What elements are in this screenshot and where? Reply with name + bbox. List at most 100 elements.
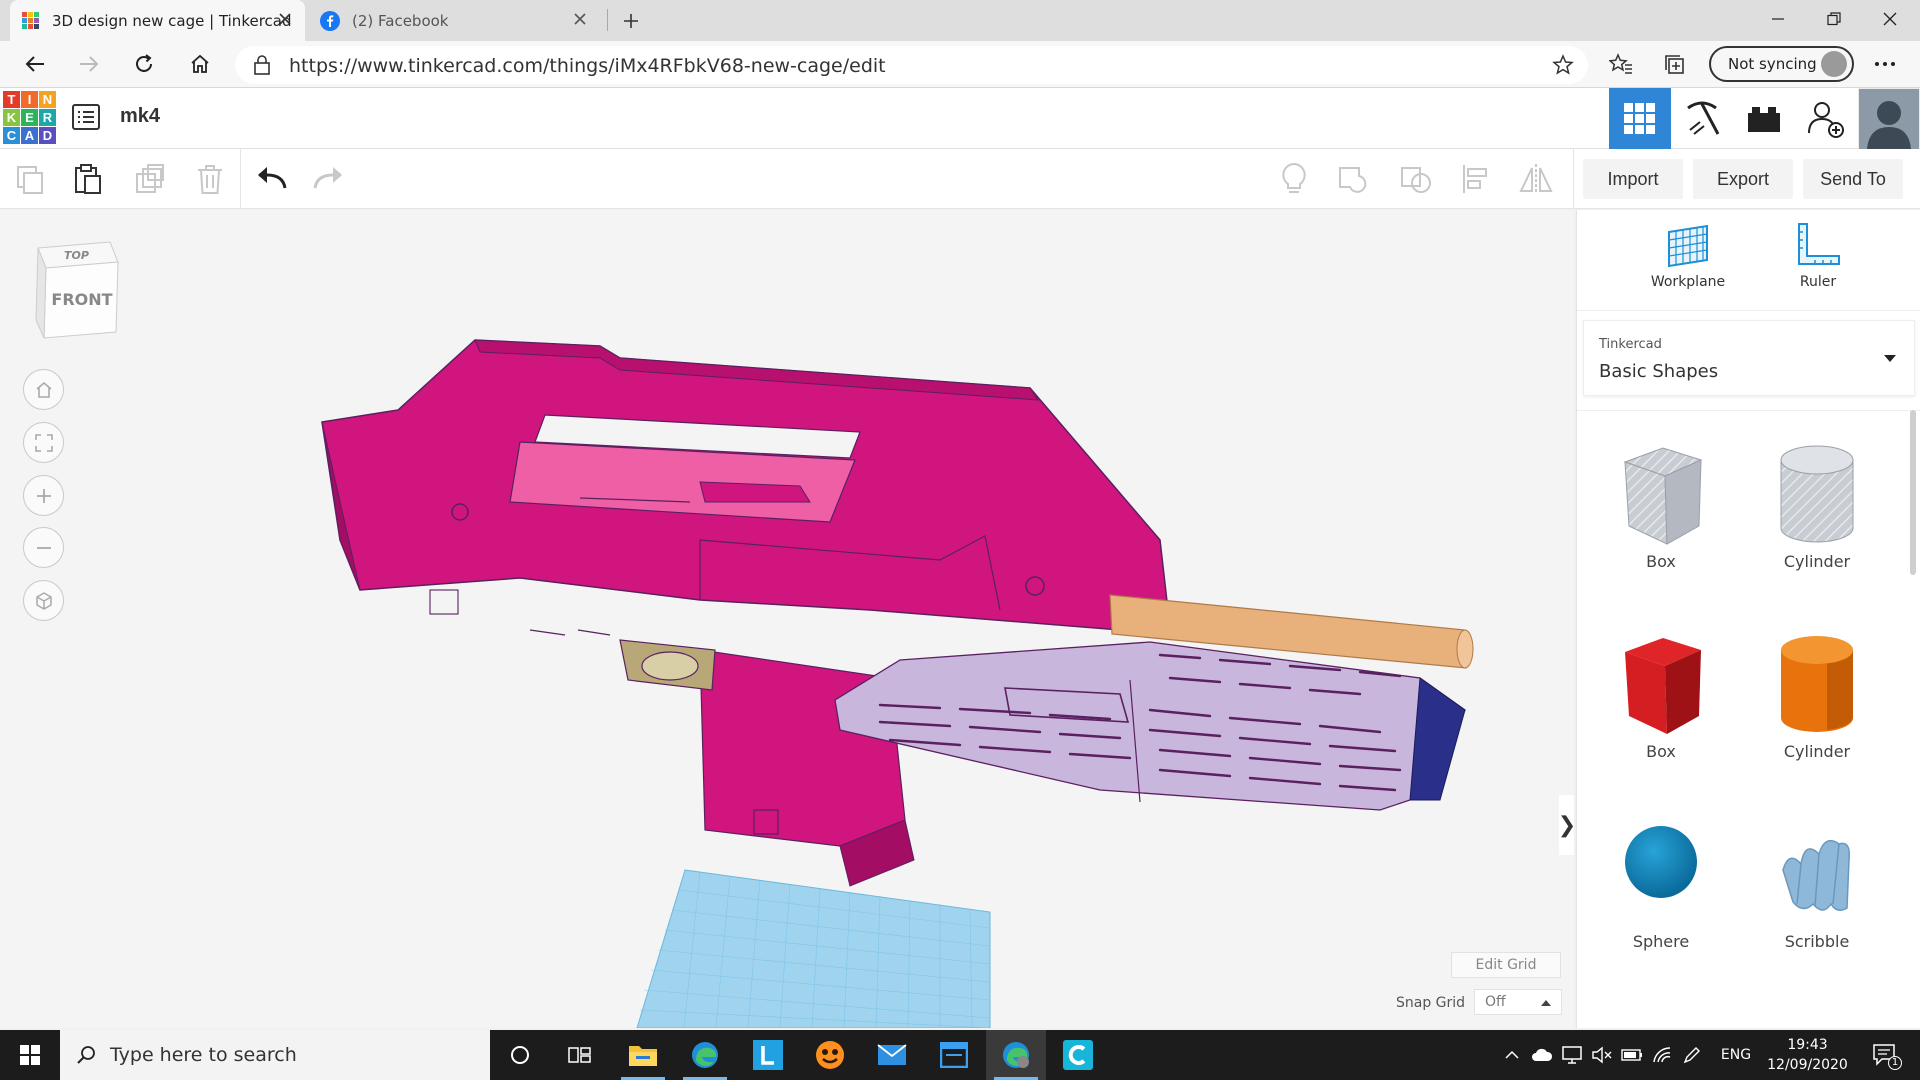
chevron-right-icon: ❯ <box>1558 813 1574 838</box>
ruler-icon <box>1798 223 1840 265</box>
design-name[interactable]: mk4 <box>120 105 160 128</box>
close-tab-icon[interactable] <box>277 11 293 27</box>
panel-scrollbar[interactable] <box>1910 410 1916 575</box>
window-app-button[interactable] <box>924 1030 984 1080</box>
close-tab-icon[interactable] <box>572 11 588 27</box>
collapse-panel-button[interactable]: ❯ <box>1558 795 1574 855</box>
copy-button[interactable] <box>10 159 50 199</box>
send-to-button[interactable]: Send To <box>1803 159 1903 199</box>
game-app-button[interactable] <box>800 1030 860 1080</box>
notifications-button[interactable]: 1 <box>1860 1030 1910 1080</box>
group-button[interactable] <box>1334 159 1374 199</box>
shape-library-dropdown[interactable]: Tinkercad Basic Shapes <box>1583 320 1915 396</box>
cortana-icon <box>511 1046 529 1064</box>
facebook-favicon-icon <box>320 10 340 31</box>
cortana-button[interactable] <box>490 1030 550 1080</box>
mirror-button[interactable] <box>1516 159 1556 199</box>
show-all-button[interactable] <box>1274 159 1314 199</box>
workplane-tool[interactable]: Workplane <box>1633 222 1743 290</box>
close-window-button[interactable] <box>1862 0 1918 38</box>
task-view-icon <box>568 1047 591 1063</box>
workplane-label: Workplane <box>1650 274 1726 290</box>
shape-scribble[interactable]: Scribble <box>1747 790 1887 960</box>
codeblocks-button[interactable] <box>1671 88 1733 149</box>
battery-icon <box>1621 1049 1642 1061</box>
file-explorer-button[interactable] <box>613 1030 673 1080</box>
tray-overflow-button[interactable] <box>1497 1030 1527 1080</box>
collections-button[interactable] <box>1656 45 1694 83</box>
model-handguard[interactable] <box>834 641 1466 811</box>
pen-icon <box>1683 1047 1700 1064</box>
display-tray-button[interactable] <box>1557 1030 1587 1080</box>
start-button[interactable] <box>0 1030 60 1080</box>
plus-icon <box>624 14 638 28</box>
forward-button[interactable] <box>70 45 108 83</box>
language-indicator[interactable]: ENG <box>1712 1030 1760 1080</box>
browser-menu-button[interactable] <box>1866 45 1904 83</box>
url-field[interactable]: https://www.tinkercad.com/things/iMx4RFb… <box>235 46 1588 84</box>
game-app-icon <box>816 1041 844 1069</box>
restore-button[interactable] <box>1806 0 1862 38</box>
undo-button[interactable] <box>251 159 291 199</box>
refresh-icon <box>136 54 152 72</box>
arrow-right-icon <box>80 56 99 72</box>
duplicate-button[interactable] <box>130 159 170 199</box>
tab-facebook[interactable]: (2) Facebook <box>308 0 600 41</box>
l-app-button[interactable] <box>738 1030 798 1080</box>
model-body[interactable] <box>321 339 1169 636</box>
profile-sync-button[interactable]: Not syncing <box>1709 46 1854 82</box>
edge-button[interactable] <box>675 1030 735 1080</box>
shape-cylinder-hole[interactable]: Cylinder <box>1747 410 1887 580</box>
export-button[interactable]: Export <box>1693 159 1793 199</box>
refresh-button[interactable] <box>125 45 163 83</box>
favorites-button[interactable] <box>1602 45 1640 83</box>
ruler-tool[interactable]: Ruler <box>1763 222 1873 290</box>
ungroup-button[interactable] <box>1396 159 1436 199</box>
mail-icon <box>877 1044 907 1065</box>
model-trigger-guard[interactable] <box>619 639 716 691</box>
star-icon[interactable] <box>1552 54 1574 76</box>
3d-model-scene[interactable] <box>0 210 1574 1028</box>
new-tab-button[interactable] <box>612 2 650 40</box>
library-name: Basic Shapes <box>1599 361 1719 382</box>
box-solid-icon <box>1625 638 1701 734</box>
editor-toolbar: Import Export Send To <box>0 149 1920 209</box>
import-button[interactable]: Import <box>1583 159 1683 199</box>
battery-button[interactable] <box>1617 1030 1647 1080</box>
home-button[interactable] <box>181 45 219 83</box>
volume-button[interactable] <box>1587 1030 1617 1080</box>
taskbar-search-input[interactable]: Type here to search <box>60 1030 490 1080</box>
shape-cylinder[interactable]: Cylinder <box>1747 600 1887 770</box>
snap-grid-select[interactable]: Off <box>1474 989 1562 1015</box>
tab-tinkercad[interactable]: 3D design new cage | Tinkercad <box>10 0 305 41</box>
design-list-button[interactable] <box>72 104 100 130</box>
edit-grid-button[interactable]: Edit Grid <box>1451 952 1561 978</box>
delete-button[interactable] <box>190 159 230 199</box>
shape-sphere[interactable]: Sphere <box>1591 790 1731 960</box>
pen-tray-button[interactable] <box>1677 1030 1707 1080</box>
copy-icon <box>17 166 43 194</box>
lock-icon <box>254 55 270 75</box>
wifi-button[interactable] <box>1647 1030 1677 1080</box>
3d-view-button[interactable] <box>1609 88 1671 149</box>
user-avatar[interactable] <box>1858 88 1920 149</box>
3d-workspace[interactable]: TOP FRONT Edit Grid Snap Grid Off <box>0 210 1574 1028</box>
shape-box-hole[interactable]: Box <box>1591 410 1731 580</box>
tinkercad-logo[interactable]: T I N K E R C A D <box>3 91 56 144</box>
minimize-button[interactable] <box>1750 0 1806 38</box>
align-button[interactable] <box>1456 159 1496 199</box>
invite-user-button[interactable] <box>1795 88 1857 149</box>
shape-box[interactable]: Box <box>1591 600 1731 770</box>
back-button[interactable] <box>16 45 54 83</box>
onedrive-button[interactable] <box>1527 1030 1557 1080</box>
clock[interactable]: 19:43 12/09/2020 <box>1765 1035 1850 1075</box>
edge-profile-button[interactable] <box>986 1030 1046 1080</box>
c-app-button[interactable] <box>1048 1030 1108 1080</box>
paste-button[interactable] <box>68 159 108 199</box>
shape-label: Cylinder <box>1783 552 1851 571</box>
bricks-button[interactable] <box>1733 88 1795 149</box>
redo-button[interactable] <box>309 159 349 199</box>
profile-avatar-icon <box>1821 51 1847 77</box>
task-view-button[interactable] <box>550 1030 610 1080</box>
mail-button[interactable] <box>862 1030 922 1080</box>
